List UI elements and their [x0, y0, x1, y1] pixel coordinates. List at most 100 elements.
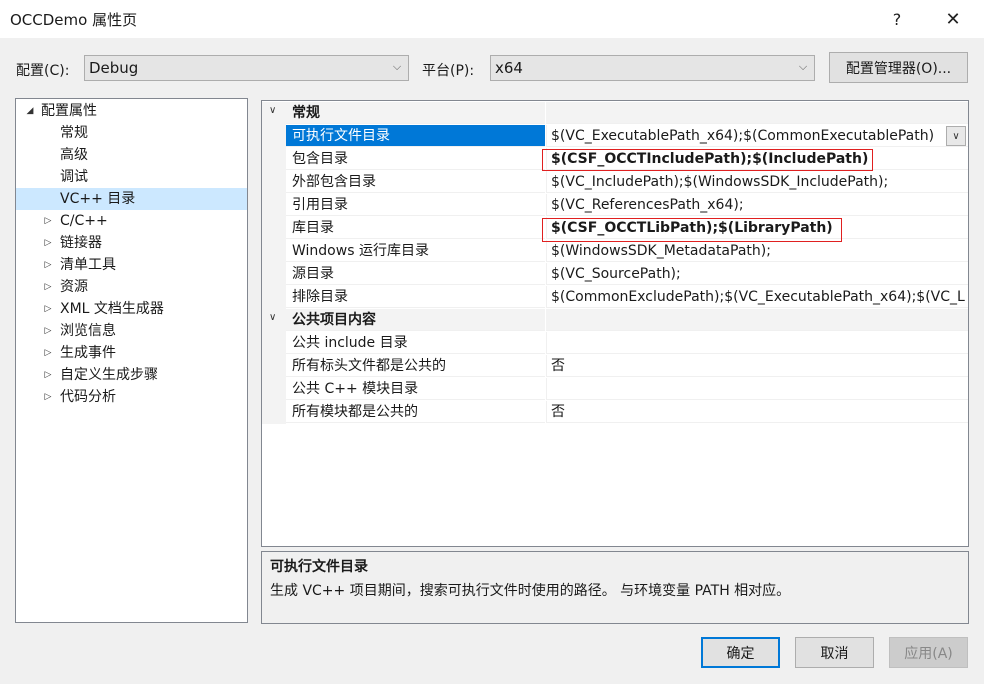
property-value[interactable]: $(WindowsSDK_MetadataPath); — [546, 240, 968, 262]
expand-icon[interactable]: ▷ — [42, 254, 54, 276]
property-value[interactable]: $(VC_ReferencesPath_x64); — [546, 194, 968, 216]
tree-item[interactable]: 调试 — [16, 166, 247, 188]
property-value[interactable]: $(VC_IncludePath);$(WindowsSDK_IncludePa… — [546, 171, 968, 193]
property-name[interactable]: 源目录 — [286, 263, 545, 285]
chevron-down-icon: ⌵ — [392, 60, 402, 73]
tree-root[interactable]: ◢ 配置属性 — [16, 100, 247, 122]
property-value[interactable]: $(CSF_OCCTIncludePath);$(IncludePath) — [546, 148, 968, 170]
property-name[interactable]: 排除目录 — [286, 286, 545, 308]
property-row[interactable]: 库目录 $(CSF_OCCTLibPath);$(LibraryPath) — [262, 217, 968, 240]
property-name[interactable]: 引用目录 — [286, 194, 545, 216]
close-button[interactable]: ✕ — [928, 0, 978, 38]
property-name[interactable]: 公共 include 目录 — [286, 332, 545, 354]
property-row[interactable]: 所有标头文件都是公共的否 — [262, 355, 968, 378]
property-name[interactable]: 所有标头文件都是公共的 — [286, 355, 545, 377]
property-row[interactable]: 外部包含目录 $(VC_IncludePath);$(WindowsSDK_Inc… — [262, 171, 968, 194]
property-row[interactable]: Windows 运行库目录 $(WindowsSDK_MetadataPath); — [262, 240, 968, 263]
property-value[interactable] — [546, 332, 968, 354]
property-name[interactable]: 所有模块都是公共的 — [286, 401, 545, 423]
property-row[interactable]: 公共 C++ 模块目录 — [262, 378, 968, 401]
platform-value: x64 — [495, 59, 523, 77]
expand-icon[interactable]: ▷ — [42, 210, 54, 232]
property-row[interactable]: 引用目录 $(VC_ReferencesPath_x64); — [262, 194, 968, 217]
tree-item-label: XML 文档生成器 — [60, 301, 164, 317]
property-value[interactable]: $(VC_ExecutablePath_x64);$(CommonExecuta… — [546, 125, 968, 147]
tree-item-label: 常规 — [60, 125, 88, 141]
property-name[interactable]: 可执行文件目录 — [286, 125, 545, 147]
tree-item-label: 高级 — [60, 147, 88, 163]
platform-label: 平台(P): — [422, 63, 475, 79]
tree-item[interactable]: ▷ 自定义生成步骤 — [16, 364, 247, 386]
property-value[interactable]: $(VC_SourcePath); — [546, 263, 968, 285]
property-value[interactable]: $(CSF_OCCTLibPath);$(LibraryPath) — [546, 217, 968, 239]
chevron-down-icon[interactable]: ∨ — [946, 126, 966, 146]
config-value: Debug — [89, 59, 139, 77]
property-tree: ◢ 配置属性 常规高级调试 VC++ 目录 ▷ C/C++ ▷ 链接器 ▷ 清单工具 ▷ 资源 ▷ X… — [15, 98, 248, 623]
collapse-icon[interactable]: ◢ — [24, 100, 36, 122]
tree-item[interactable]: ▷ 代码分析 — [16, 386, 247, 408]
tree-item-label: 生成事件 — [60, 345, 116, 361]
tree-item[interactable]: VC++ 目录 — [16, 188, 247, 210]
config-manager-button[interactable]: 配置管理器(O)... — [829, 52, 968, 83]
tree-item[interactable]: 常规 — [16, 122, 247, 144]
platform-combo[interactable]: x64 ⌵ — [490, 55, 815, 81]
property-row[interactable]: 源目录 $(VC_SourcePath); — [262, 263, 968, 286]
expand-icon[interactable]: ▷ — [42, 320, 54, 342]
config-label: 配置(C): — [16, 63, 70, 79]
property-name[interactable]: 库目录 — [286, 217, 545, 239]
expand-icon[interactable]: ▷ — [42, 298, 54, 320]
property-row[interactable]: 包含目录 $(CSF_OCCTIncludePath);$(IncludePath… — [262, 148, 968, 171]
tree-item[interactable]: ▷ C/C++ — [16, 210, 247, 232]
property-grid: ∨ 常规 可执行文件目录 $(VC_ExecutablePath_x64);$(C… — [261, 100, 969, 547]
apply-button[interactable]: 应用(A) — [889, 637, 968, 668]
tree-item-label: VC++ 目录 — [60, 191, 136, 207]
property-name[interactable]: Windows 运行库目录 — [286, 240, 545, 262]
category-general[interactable]: ∨ 常规 — [262, 102, 968, 125]
tree-item[interactable]: 高级 — [16, 144, 247, 166]
category-public[interactable]: ∨ 公共项目内容 — [262, 309, 968, 332]
property-value[interactable] — [546, 378, 968, 400]
property-name[interactable]: 公共 C++ 模块目录 — [286, 378, 545, 400]
property-value[interactable]: 否 — [546, 355, 968, 377]
tree-item[interactable]: ▷ 浏览信息 — [16, 320, 247, 342]
ok-button[interactable]: 确定 — [701, 637, 780, 668]
window-title: OCCDemo 属性页 — [10, 11, 138, 29]
expand-icon[interactable]: ▷ — [42, 364, 54, 386]
tree-item[interactable]: ▷ 清单工具 — [16, 254, 247, 276]
category-label: 公共项目内容 — [286, 309, 545, 331]
tree-item-label: 调试 — [60, 169, 88, 185]
tree-item-label: C/C++ — [60, 213, 108, 229]
description-title: 可执行文件目录 — [270, 559, 368, 575]
chevron-down-icon: ⌵ — [798, 60, 808, 73]
collapse-icon[interactable]: ∨ — [269, 312, 276, 323]
property-name[interactable]: 包含目录 — [286, 148, 545, 170]
category-label: 常规 — [286, 102, 545, 124]
expand-icon[interactable]: ▷ — [42, 276, 54, 298]
config-combo[interactable]: Debug ⌵ — [84, 55, 409, 81]
expand-icon[interactable]: ▷ — [42, 386, 54, 408]
property-name[interactable]: 外部包含目录 — [286, 171, 545, 193]
tree-item-label: 清单工具 — [60, 257, 116, 273]
tree-item[interactable]: ▷ XML 文档生成器 — [16, 298, 247, 320]
property-value[interactable]: $(CommonExcludePath);$(VC_ExecutablePath… — [546, 286, 968, 308]
title-bar: OCCDemo 属性页 ? ✕ — [0, 0, 984, 38]
property-value[interactable]: 否 — [546, 401, 968, 423]
tree-item-label: 代码分析 — [60, 389, 116, 405]
property-row[interactable]: 可执行文件目录 $(VC_ExecutablePath_x64);$(Common… — [262, 125, 968, 148]
tree-item[interactable]: ▷ 生成事件 — [16, 342, 247, 364]
tree-item[interactable]: ▷ 资源 — [16, 276, 247, 298]
cancel-button[interactable]: 取消 — [795, 637, 874, 668]
expand-icon[interactable]: ▷ — [42, 232, 54, 254]
property-row[interactable]: 所有模块都是公共的否 — [262, 401, 968, 424]
description-text: 生成 VC++ 项目期间，搜索可执行文件时使用的路径。 与环境变量 PATH 相… — [270, 583, 791, 599]
expand-icon[interactable]: ▷ — [42, 342, 54, 364]
tree-item[interactable]: ▷ 链接器 — [16, 232, 247, 254]
property-row[interactable]: 排除目录 $(CommonExcludePath);$(VC_Executable… — [262, 286, 968, 309]
tree-item-label: 浏览信息 — [60, 323, 116, 339]
tree-item-label: 资源 — [60, 279, 88, 295]
collapse-icon[interactable]: ∨ — [269, 105, 276, 116]
help-button[interactable]: ? — [872, 0, 922, 38]
tree-item-label: 链接器 — [60, 235, 102, 251]
property-row[interactable]: 公共 include 目录 — [262, 332, 968, 355]
tree-root-label: 配置属性 — [41, 103, 97, 119]
